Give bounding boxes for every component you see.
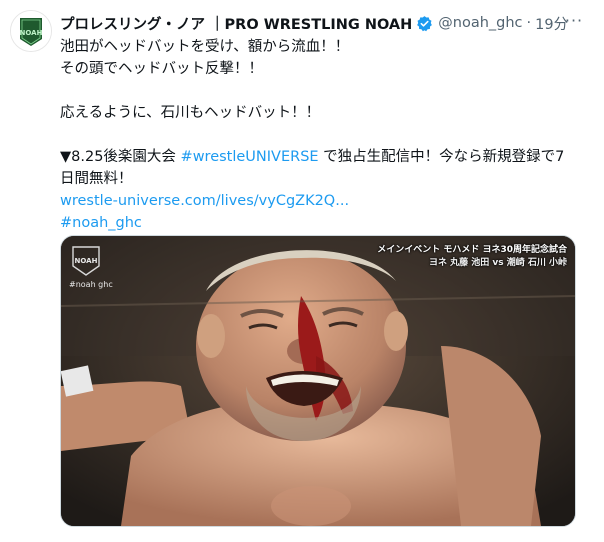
wrestler-photo [61, 236, 575, 526]
event-suffix: で独占生配信中！今なら新規登録で7 [318, 149, 565, 165]
noah-logo-icon: NOAH [11, 11, 51, 51]
tweet-media-image[interactable]: NOAH #noah ghc メインイベント モハメド ヨネ30周年記念試合 ヨ… [60, 235, 576, 527]
display-name[interactable]: プロレスリング・ノア ｜PRO WRESTLING NOAH [60, 13, 412, 34]
video-caption: メインイベント モハメド ヨネ30周年記念試合 ヨネ 丸藤 池田 vs 潮崎 石… [377, 244, 567, 270]
hashtag-link-wrestleuniverse[interactable]: #wrestleUNIVERSE [181, 149, 319, 165]
video-logo-icon: NOAH [69, 244, 103, 278]
tweet-card[interactable]: NOAH プロレスリング・ノア ｜PRO WRESTLING NOAH @noa… [0, 0, 604, 542]
url-link[interactable]: wrestle-universe.com/lives/vyCgZK2Q... [60, 190, 590, 212]
caption-title: メインイベント モハメド ヨネ30周年記念試合 [377, 245, 567, 255]
caption-matchup: ヨネ 丸藤 池田 vs 潮崎 石川 小峠 [428, 258, 567, 268]
video-overlay-handle: #noah ghc [69, 280, 113, 289]
event-prefix: ▼8.25後楽園大会 [60, 149, 181, 165]
tweet-line: 池田がヘッドバットを受け、額から流血！！ [60, 39, 350, 55]
user-handle[interactable]: @noah_ghc [438, 15, 522, 31]
more-dots-icon[interactable]: ··· [562, 12, 586, 32]
separator-dot: · [526, 15, 532, 31]
hashtag-link-noah-ghc[interactable]: #noah_ghc [60, 212, 590, 234]
avatar-logo-text: NOAH [20, 29, 43, 37]
tweet-line: その頭でヘッドバット反撃！！ [60, 61, 263, 77]
avatar[interactable]: NOAH [10, 10, 52, 52]
video-logo-text: NOAH [75, 257, 98, 265]
tweet-event-line: ▼8.25後楽園大会 #wrestleUNIVERSE で独占生配信中！今なら新… [60, 146, 590, 168]
tweet-header: プロレスリング・ノア ｜PRO WRESTLING NOAH @noah_ghc… [60, 12, 600, 34]
tweet-line: 応えるように、石川もヘッドバット！！ [60, 105, 321, 121]
tweet-event-cont: 日間無料！ [60, 171, 133, 187]
tweet-text: 池田がヘッドバットを受け、額から流血！！ その頭でヘッドバット反撃！！ 応えるよ… [60, 36, 590, 234]
verified-badge-icon [416, 15, 433, 32]
